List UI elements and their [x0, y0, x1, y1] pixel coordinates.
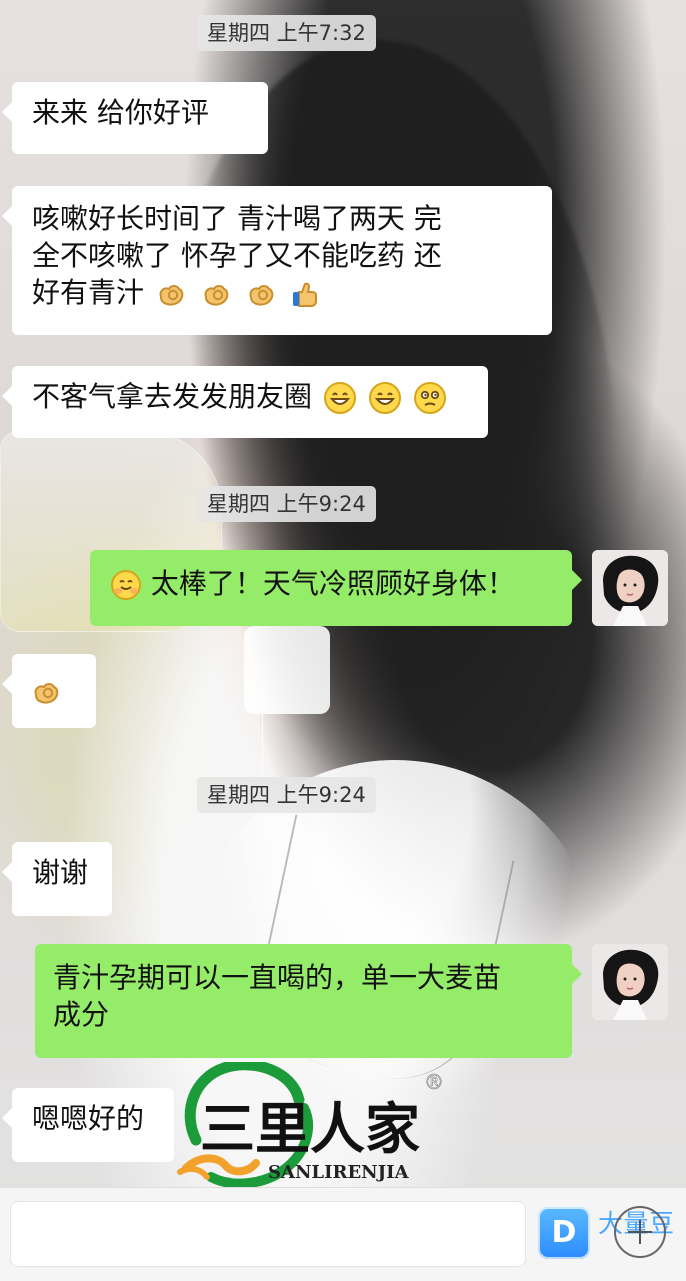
hug-face-icon [110, 569, 142, 601]
message-text-line: 成分 [53, 998, 110, 1031]
message-text: 太棒了！天气冷照顾好身体！ [150, 567, 515, 600]
message-input[interactable] [10, 1201, 526, 1267]
plus-icon[interactable] [614, 1206, 666, 1258]
message-text: 好有青汁 [32, 276, 145, 309]
avatar [592, 550, 668, 626]
brand-logo: 三里人家 SANLIRENJIA ® [176, 1059, 456, 1192]
message-bubble: 太棒了！天气冷照顾好身体！ [90, 550, 582, 626]
chat-input-bar: D 大量豆 [0, 1187, 686, 1281]
watermark-badge-icon: D [538, 1207, 590, 1259]
avatar [592, 944, 668, 1020]
message-text: 来来 给你好评 [32, 96, 209, 129]
message-bubble: 谢谢 [2, 842, 112, 916]
timestamp: 星期四 上午9:24 [197, 777, 376, 813]
svg-text:三里人家: 三里人家 [200, 1096, 420, 1161]
ok-hand-icon [245, 279, 279, 309]
message-text: 谢谢 [32, 856, 89, 889]
timestamp: 星期四 上午7:32 [197, 15, 376, 51]
background-tea-tag [244, 626, 330, 714]
message-text-line: 全不咳嗽了 怀孕了又不能吃药 还 [32, 239, 442, 272]
message-text-line: 好有青汁 [32, 274, 532, 311]
wink-face-icon [413, 381, 447, 415]
message-text-line: 青汁孕期可以一直喝的，单一大麦苗 [53, 961, 502, 994]
message-bubble: 来来 给你好评 [2, 82, 268, 154]
svg-text:SANLIRENJIA: SANLIRENJIA [268, 1162, 410, 1183]
grin-face-icon [368, 381, 402, 415]
ok-hand-icon [155, 279, 189, 309]
timestamp: 星期四 上午9:24 [197, 486, 376, 522]
message-text: 嗯嗯好的 [32, 1102, 145, 1135]
background-tea-string [262, 710, 263, 780]
message-bubble: 不客气拿去发发朋友圈 [2, 366, 488, 438]
grin-face-icon [323, 381, 357, 415]
message-bubble: 青汁孕期可以一直喝的，单一大麦苗 成分 [35, 944, 582, 1058]
message-text-line: 咳嗽好长时间了 青汁喝了两天 完 [32, 202, 442, 235]
svg-text:®: ® [424, 1070, 444, 1094]
message-bubble: 嗯嗯好的 [2, 1088, 174, 1162]
ok-hand-icon [200, 279, 234, 309]
ok-hand-icon [30, 677, 64, 707]
message-bubble [2, 654, 96, 728]
thumbs-up-icon [290, 279, 322, 309]
message-bubble: 咳嗽好长时间了 青汁喝了两天 完 全不咳嗽了 怀孕了又不能吃药 还 好有青汁 [2, 186, 552, 335]
message-text: 不客气拿去发发朋友圈 [32, 380, 313, 413]
